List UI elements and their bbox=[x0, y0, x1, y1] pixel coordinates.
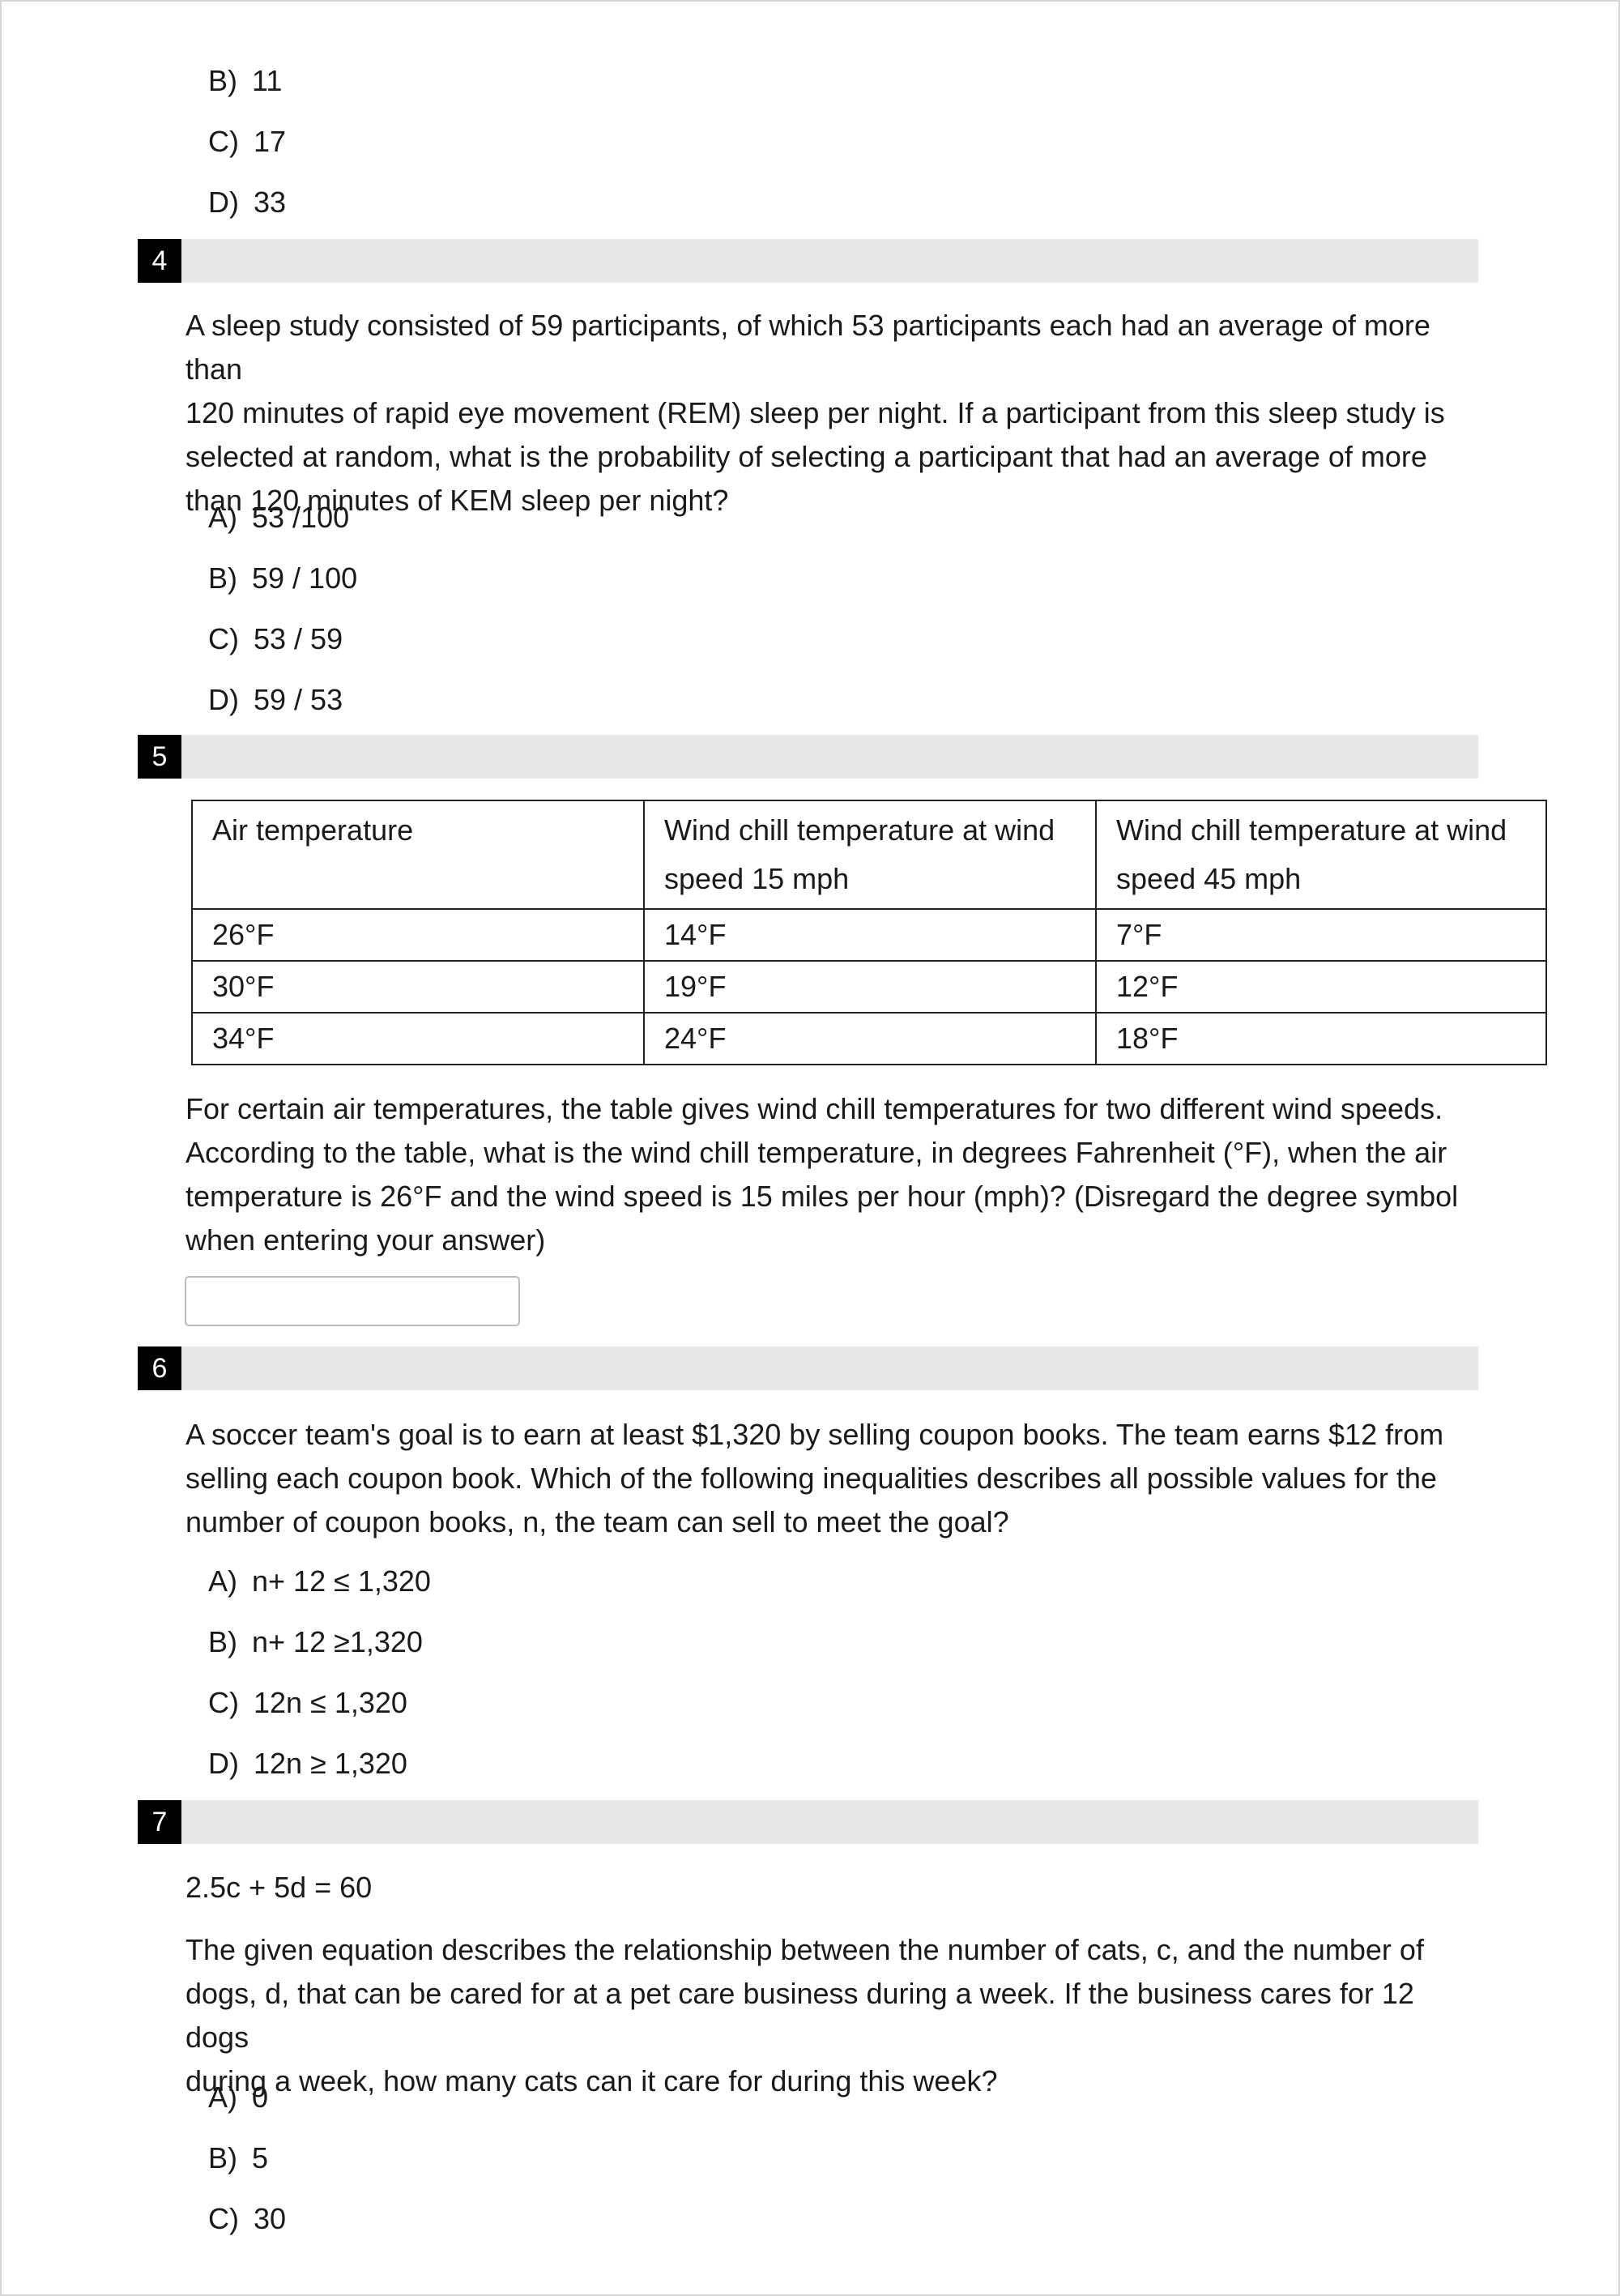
question-7-header: 7 bbox=[138, 1800, 1478, 1844]
question-4-header: 4 bbox=[138, 239, 1478, 283]
question-7-text: The given equation describes the relatio… bbox=[185, 1928, 1481, 2103]
choice-letter: B) bbox=[208, 1625, 237, 1658]
text-line: For certain air temperatures, the table … bbox=[185, 1092, 1443, 1125]
q6-choice-b[interactable]: B) n+ 12 ≥1,320 bbox=[208, 1624, 423, 1660]
choice-letter: C) bbox=[208, 622, 239, 655]
q4-choice-a[interactable]: A) 53 /100 bbox=[208, 500, 349, 536]
text-line: number of coupon books, n, the team can … bbox=[185, 1505, 1009, 1538]
choice-letter: A) bbox=[208, 1564, 237, 1598]
table-cell: 24°F bbox=[643, 1012, 1097, 1065]
q3-choice-d[interactable]: D) 33 bbox=[208, 185, 286, 220]
text-line: selling each coupon book. Which of the f… bbox=[185, 1462, 1437, 1495]
question-7-equation: 2.5c + 5d = 60 bbox=[185, 1871, 373, 1904]
table-row: 30°F 19°F 12°F bbox=[191, 960, 1547, 1014]
text-line: The given equation describes the relatio… bbox=[185, 1933, 1424, 1966]
q4-choice-c[interactable]: C) 53 / 59 bbox=[208, 621, 343, 657]
table-row: 34°F 24°F 18°F bbox=[191, 1012, 1547, 1065]
choice-letter: B) bbox=[208, 64, 237, 97]
choice-letter: C) bbox=[208, 125, 239, 158]
q6-choice-d[interactable]: D) 12n ≥ 1,320 bbox=[208, 1746, 407, 1782]
choice-text: 59 / 53 bbox=[254, 683, 343, 716]
table-cell: 12°F bbox=[1095, 960, 1547, 1014]
q7-choice-b[interactable]: B) 5 bbox=[208, 2140, 268, 2176]
table-cell: 7°F bbox=[1095, 908, 1547, 962]
table-cell: 26°F bbox=[191, 908, 645, 962]
choice-letter: C) bbox=[208, 1686, 239, 1719]
choice-text: n+ 12 ≤ 1,320 bbox=[252, 1564, 431, 1598]
table-cell: 14°F bbox=[643, 908, 1097, 962]
choice-letter: A) bbox=[208, 501, 237, 534]
wind-chill-table: Air temperature Wind chill temperature a… bbox=[191, 800, 1547, 1065]
choice-text: 17 bbox=[254, 125, 287, 158]
q4-choice-d[interactable]: D) 59 / 53 bbox=[208, 682, 343, 718]
table-cell: 34°F bbox=[191, 1012, 645, 1065]
choice-text: 53 / 59 bbox=[254, 622, 343, 655]
question-number: 5 bbox=[138, 735, 181, 779]
q4-choice-b[interactable]: B) 59 / 100 bbox=[208, 561, 357, 596]
choice-letter: B) bbox=[208, 561, 237, 595]
q6-choice-c[interactable]: C) 12n ≤ 1,320 bbox=[208, 1685, 407, 1721]
question-4-text: A sleep study consisted of 59 participan… bbox=[185, 304, 1481, 523]
q3-choice-c[interactable]: C) 17 bbox=[208, 124, 286, 160]
choice-letter: D) bbox=[208, 186, 239, 219]
choice-text: n+ 12 ≥1,320 bbox=[252, 1625, 423, 1658]
choice-letter: D) bbox=[208, 683, 239, 716]
q7-choice-a[interactable]: A) 0 bbox=[208, 2080, 268, 2115]
question-6-text: A soccer team's goal is to earn at least… bbox=[185, 1413, 1481, 1544]
answer-input[interactable] bbox=[185, 1276, 520, 1326]
text-line: than 120 minutes of KEM sleep per night? bbox=[185, 484, 729, 517]
q7-choice-c[interactable]: C) 30 bbox=[208, 2201, 286, 2237]
table-header-cell: Wind chill temperature at wind speed 15 … bbox=[643, 800, 1097, 910]
q6-choice-a[interactable]: A) n+ 12 ≤ 1,320 bbox=[208, 1564, 431, 1599]
text-line: A soccer team's goal is to earn at least… bbox=[185, 1418, 1444, 1451]
question-6-header: 6 bbox=[138, 1346, 1478, 1390]
question-header-bar bbox=[181, 239, 1478, 283]
q3-choice-b[interactable]: B) 11 bbox=[208, 63, 282, 99]
choice-text: 12n ≤ 1,320 bbox=[254, 1686, 407, 1719]
text-line: temperature is 26°F and the wind speed i… bbox=[185, 1180, 1459, 1213]
table-cell: 30°F bbox=[191, 960, 645, 1014]
text-line: dogs, d, that can be cared for at a pet … bbox=[185, 1977, 1414, 2054]
question-5-text: For certain air temperatures, the table … bbox=[185, 1087, 1481, 1262]
choice-text: 0 bbox=[252, 2080, 269, 2114]
table-header-cell: Wind chill temperature at wind speed 45 … bbox=[1095, 800, 1547, 910]
table-cell: 19°F bbox=[643, 960, 1097, 1014]
text-line: A sleep study consisted of 59 participan… bbox=[185, 309, 1430, 386]
question-header-bar bbox=[181, 735, 1478, 779]
text-line: during a week, how many cats can it care… bbox=[185, 2064, 998, 2098]
table-row: 26°F 14°F 7°F bbox=[191, 908, 1547, 962]
choice-text: 12n ≥ 1,320 bbox=[254, 1747, 407, 1780]
choice-letter: D) bbox=[208, 1747, 239, 1780]
text-line: when entering your answer) bbox=[185, 1223, 546, 1257]
question-number: 4 bbox=[138, 239, 181, 283]
table-header-row: Air temperature Wind chill temperature a… bbox=[191, 800, 1547, 910]
choice-letter: A) bbox=[208, 2080, 237, 2114]
question-header-bar bbox=[181, 1800, 1478, 1844]
choice-text: 11 bbox=[252, 64, 283, 97]
table-cell: 18°F bbox=[1095, 1012, 1547, 1065]
choice-letter: C) bbox=[208, 2202, 239, 2235]
text-line: According to the table, what is the wind… bbox=[185, 1136, 1447, 1169]
question-5-header: 5 bbox=[138, 735, 1478, 779]
choice-text: 33 bbox=[254, 186, 287, 219]
question-header-bar bbox=[181, 1346, 1478, 1390]
text-line: selected at random, what is the probabil… bbox=[185, 440, 1427, 473]
choice-letter: B) bbox=[208, 2141, 237, 2174]
choice-text: 30 bbox=[254, 2202, 287, 2235]
choice-text: 5 bbox=[252, 2141, 269, 2174]
table-header-cell: Air temperature bbox=[191, 800, 645, 910]
worksheet-page: B) 11 C) 17 D) 33 4 A sleep study consisted… bbox=[0, 0, 1620, 2296]
question-number: 7 bbox=[138, 1800, 181, 1844]
question-number: 6 bbox=[138, 1346, 181, 1390]
choice-text: 59 / 100 bbox=[252, 561, 358, 595]
choice-text: 53 /100 bbox=[252, 501, 350, 534]
text-line: 120 minutes of rapid eye movement (REM) … bbox=[185, 396, 1445, 429]
